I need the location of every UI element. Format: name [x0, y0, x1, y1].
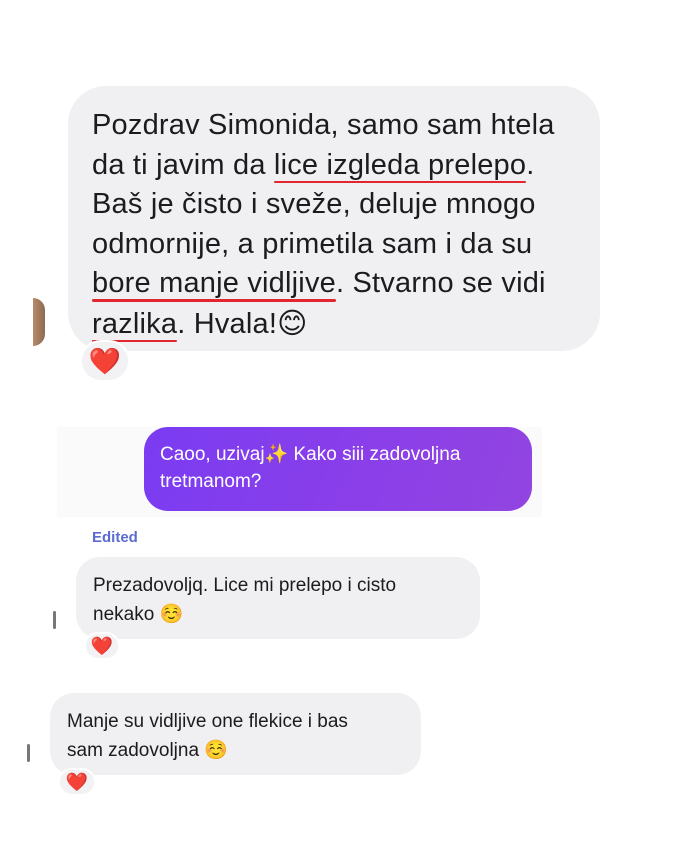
message-line: sam zadovoljna ☺️ [67, 736, 421, 765]
message-text: Pozdrav Simonida, samo sam htela [92, 109, 555, 141]
underlined-text: razlika [92, 305, 178, 345]
message-text: nekako [93, 604, 155, 625]
message-text: . [526, 148, 535, 181]
message-bubble-outgoing[interactable]: Caoo, uzivaj✨ Kako siii zadovoljna tretm… [144, 427, 532, 511]
message-line: bore manje vidljive. Stvarno se vidi [92, 264, 600, 304]
message-text: da ti javim da [92, 148, 274, 181]
blush-emoji: ☺️ [159, 603, 184, 625]
message-text: Caoo, uzivaj [160, 444, 265, 465]
message-line: da ti javim da lice izgleda prelepo. [92, 146, 600, 186]
blush-emoji: ☺️ [204, 739, 228, 761]
message-line: tretmanom? [160, 471, 262, 492]
underlined-text: bore manje vidljive [92, 264, 336, 304]
message-bubble-satisfied[interactable]: Prezadovoljq. Lice mi prelepo i cisto ne… [76, 557, 480, 639]
message-text: Kako siii zadovoljna [288, 444, 461, 465]
message-text: . Stvarno se vidi [335, 267, 546, 299]
message-text: odmornije, a primetila sam i da su [92, 227, 533, 260]
message-line: Manje su vidljive one flekice i bas [67, 711, 348, 732]
underlined-text: lice izgleda prelepo [273, 146, 527, 186]
sender-avatar[interactable] [33, 298, 45, 346]
message-line: nekako ☺️ [93, 600, 480, 629]
message-line: Prezadovoljq. Lice mi prelepo i cisto [93, 575, 397, 596]
avatar-edge [53, 611, 56, 629]
message-line: razlika. Hvala!😊 [92, 304, 600, 345]
heart-reaction-icon[interactable]: ❤️ [84, 632, 120, 660]
message-text: Baš je čisto i sveže, deluje mnogo [92, 188, 536, 220]
message-text: . Hvala! [177, 307, 278, 340]
message-line: Baš je čisto i sveže, deluje mnogo [92, 185, 600, 225]
heart-reaction-icon[interactable]: ❤️ [80, 340, 130, 382]
message-bubble-spots[interactable]: Manje su vidljive one flekice i bas sam … [50, 693, 421, 775]
message-text: sam zadovoljna [67, 740, 200, 761]
message-line: Pozdrav Simonida, samo sam htela [92, 106, 600, 146]
avatar-edge [27, 744, 30, 762]
smile-emoji: 😊 [277, 305, 308, 340]
message-bubble-review[interactable]: Pozdrav Simonida, samo sam htela da ti j… [68, 86, 600, 351]
message-line: Caoo, uzivaj✨ Kako siii zadovoljna [160, 441, 532, 468]
message-line: odmornije, a primetila sam i da su [92, 225, 600, 265]
heart-reaction-icon[interactable]: ❤️ [58, 768, 96, 796]
edited-label: Edited [92, 529, 138, 546]
sparkles-emoji: ✨ [264, 443, 289, 465]
